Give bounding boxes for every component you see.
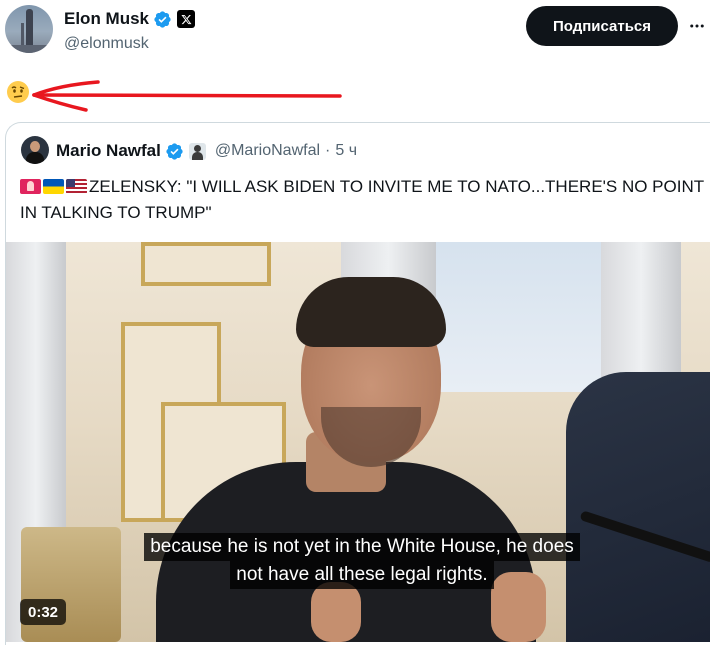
separator-dot: · <box>325 142 331 159</box>
verified-badge-icon <box>166 142 183 160</box>
quoted-text: ZELENSKY: "I WILL ASK BIDEN TO INVITE ME… <box>20 174 710 226</box>
author-name-row: Elon Musk <box>64 8 196 30</box>
author-handle[interactable]: @elonmusk <box>64 35 149 53</box>
speaker-hand-left <box>311 582 361 642</box>
quoted-author-handle[interactable]: @MarioNawfal <box>215 142 320 160</box>
post-timestamp[interactable]: 5 ч <box>335 142 357 160</box>
author-avatar[interactable] <box>5 5 53 53</box>
ukraine-flag-icon <box>43 179 64 194</box>
quoted-post[interactable]: Mario Nawfal @MarioNawfal · 5 ч ZELENSKY… <box>5 122 710 645</box>
subtitle-line: not have all these legal rights. <box>230 561 494 589</box>
siren-icon <box>20 179 41 194</box>
subtitle-line: because he is not yet in the White House… <box>144 533 580 561</box>
follow-button[interactable]: Подписаться <box>526 6 678 46</box>
affiliate-badge-icon <box>188 142 206 160</box>
more-horizontal-icon[interactable] <box>686 14 708 38</box>
raised-eyebrow-emoji <box>7 81 29 103</box>
window <box>436 242 601 392</box>
wall-panel <box>141 242 271 286</box>
post-header: Elon Musk @elonmusk Подписаться <box>0 0 710 60</box>
speaker-hair <box>296 277 446 347</box>
video-player[interactable]: because he is not yet in the White House… <box>6 242 710 642</box>
verified-badge-icon <box>154 10 171 28</box>
quoted-text-body: ZELENSKY: "I WILL ASK BIDEN TO INVITE ME… <box>20 177 704 222</box>
author-name[interactable]: Elon Musk <box>64 9 149 29</box>
us-flag-icon <box>66 179 87 194</box>
video-duration-badge: 0:32 <box>20 599 67 625</box>
red-annotation-arrow <box>32 80 342 112</box>
quoted-author-avatar[interactable] <box>21 136 49 164</box>
person-right <box>566 372 710 642</box>
quoted-author-row: Mario Nawfal @MarioNawfal · 5 ч <box>56 140 357 162</box>
quoted-author-name[interactable]: Mario Nawfal <box>56 141 161 161</box>
video-subtitles: because he is not yet in the White House… <box>102 533 622 589</box>
x-logo-icon <box>177 10 196 28</box>
